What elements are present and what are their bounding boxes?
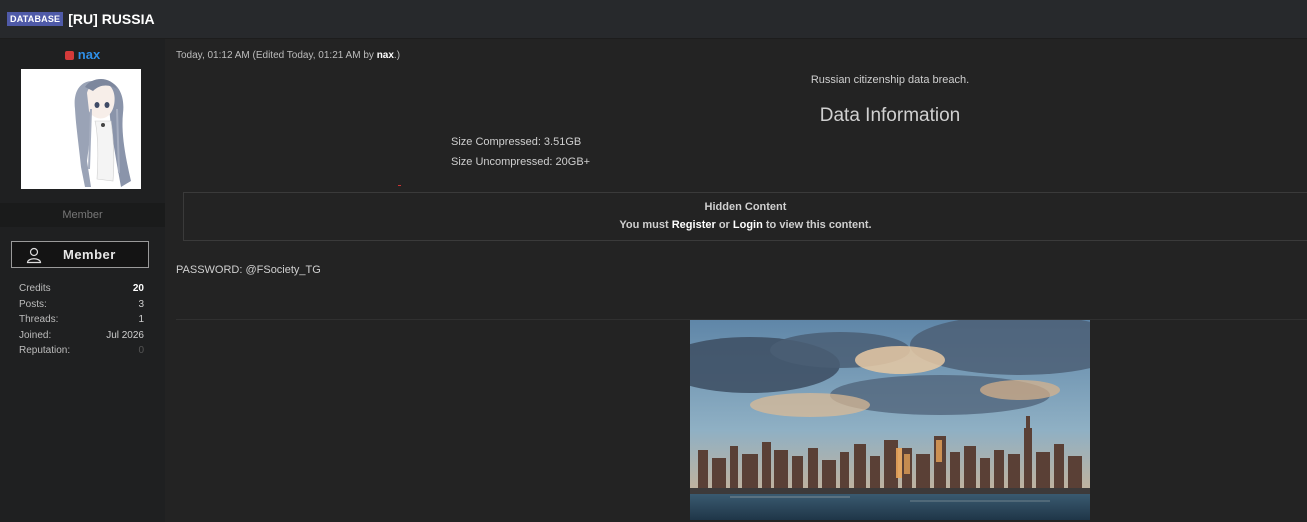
city-skyline-image: [690, 320, 1090, 520]
anime-girl-avatar-icon: [21, 69, 141, 189]
size-uncompressed: Size Uncompressed: 20GB+: [451, 156, 591, 168]
stat-label: Reputation:: [19, 345, 71, 356]
author-username[interactable]: nax: [78, 47, 100, 62]
user-icon: [26, 247, 42, 263]
stat-value[interactable]: 0: [138, 345, 144, 361]
stat-reputation: Reputation: 0: [19, 345, 144, 361]
password-text: PASSWORD: @FSociety_TG: [176, 264, 321, 276]
size-compressed: Size Compressed: 3.51GB: [451, 136, 582, 148]
author-sidebar: nax Member Member Credits 20 Posts: 3 Th…: [0, 39, 165, 522]
data-information-heading: Data Information: [819, 105, 961, 126]
stat-threads: Threads: 1: [19, 314, 144, 330]
stat-label: Threads:: [19, 314, 59, 325]
hidden-msg-or: or: [715, 219, 733, 231]
avatar[interactable]: [21, 69, 141, 189]
offline-status-icon: [64, 51, 74, 60]
stat-value[interactable]: 1: [138, 314, 144, 330]
hidden-msg-prefix: You must: [619, 219, 672, 231]
stat-value: 20: [132, 283, 144, 294]
stat-label: Posts:: [19, 298, 47, 310]
stat-value[interactable]: 3: [138, 299, 144, 315]
post-intro: Russian citizenship data breach.: [810, 74, 970, 86]
stat-posts: Posts: 3: [19, 299, 144, 315]
login-link[interactable]: Login: [733, 219, 763, 231]
thread-prefix-badge[interactable]: DATABASE: [7, 12, 64, 26]
post-meta-suffix: .): [393, 50, 401, 61]
username-row: nax: [0, 47, 165, 62]
author-stats: Credits 20 Posts: 3 Threads: 1 Joined: J…: [19, 283, 144, 361]
rank-badge: Member: [11, 241, 149, 268]
hidden-content-message: You must Register or Login to view this …: [184, 219, 1307, 231]
post-meta: Today, 01:12 AM (Edited Today, 01:21 AM …: [176, 50, 400, 61]
register-link[interactable]: Register: [672, 219, 716, 231]
divider-mark: [398, 185, 401, 186]
thread-title: [RU] RUSSIA: [68, 11, 155, 27]
stat-value: Jul 2026: [106, 329, 144, 341]
city-skyline-icon: [690, 320, 1090, 520]
stat-joined: Joined: Jul 2026: [19, 330, 144, 346]
rank-label: Member: [63, 247, 116, 262]
user-title: Member: [0, 203, 165, 227]
post-date: Today, 01:12 AM (Edited Today, 01:21 AM …: [176, 50, 377, 61]
hidden-content-title: Hidden Content: [704, 201, 787, 213]
stat-label: Credits: [19, 283, 51, 294]
hidden-msg-suffix: to view this content.: [762, 219, 872, 231]
editor-username[interactable]: nax: [377, 50, 394, 61]
stat-credits: Credits 20: [19, 283, 144, 299]
thread-header: DATABASE [RU] RUSSIA: [0, 0, 1307, 39]
stat-label: Joined:: [19, 329, 52, 341]
hidden-content-box: Hidden Content You must Register or Logi…: [183, 192, 1307, 241]
